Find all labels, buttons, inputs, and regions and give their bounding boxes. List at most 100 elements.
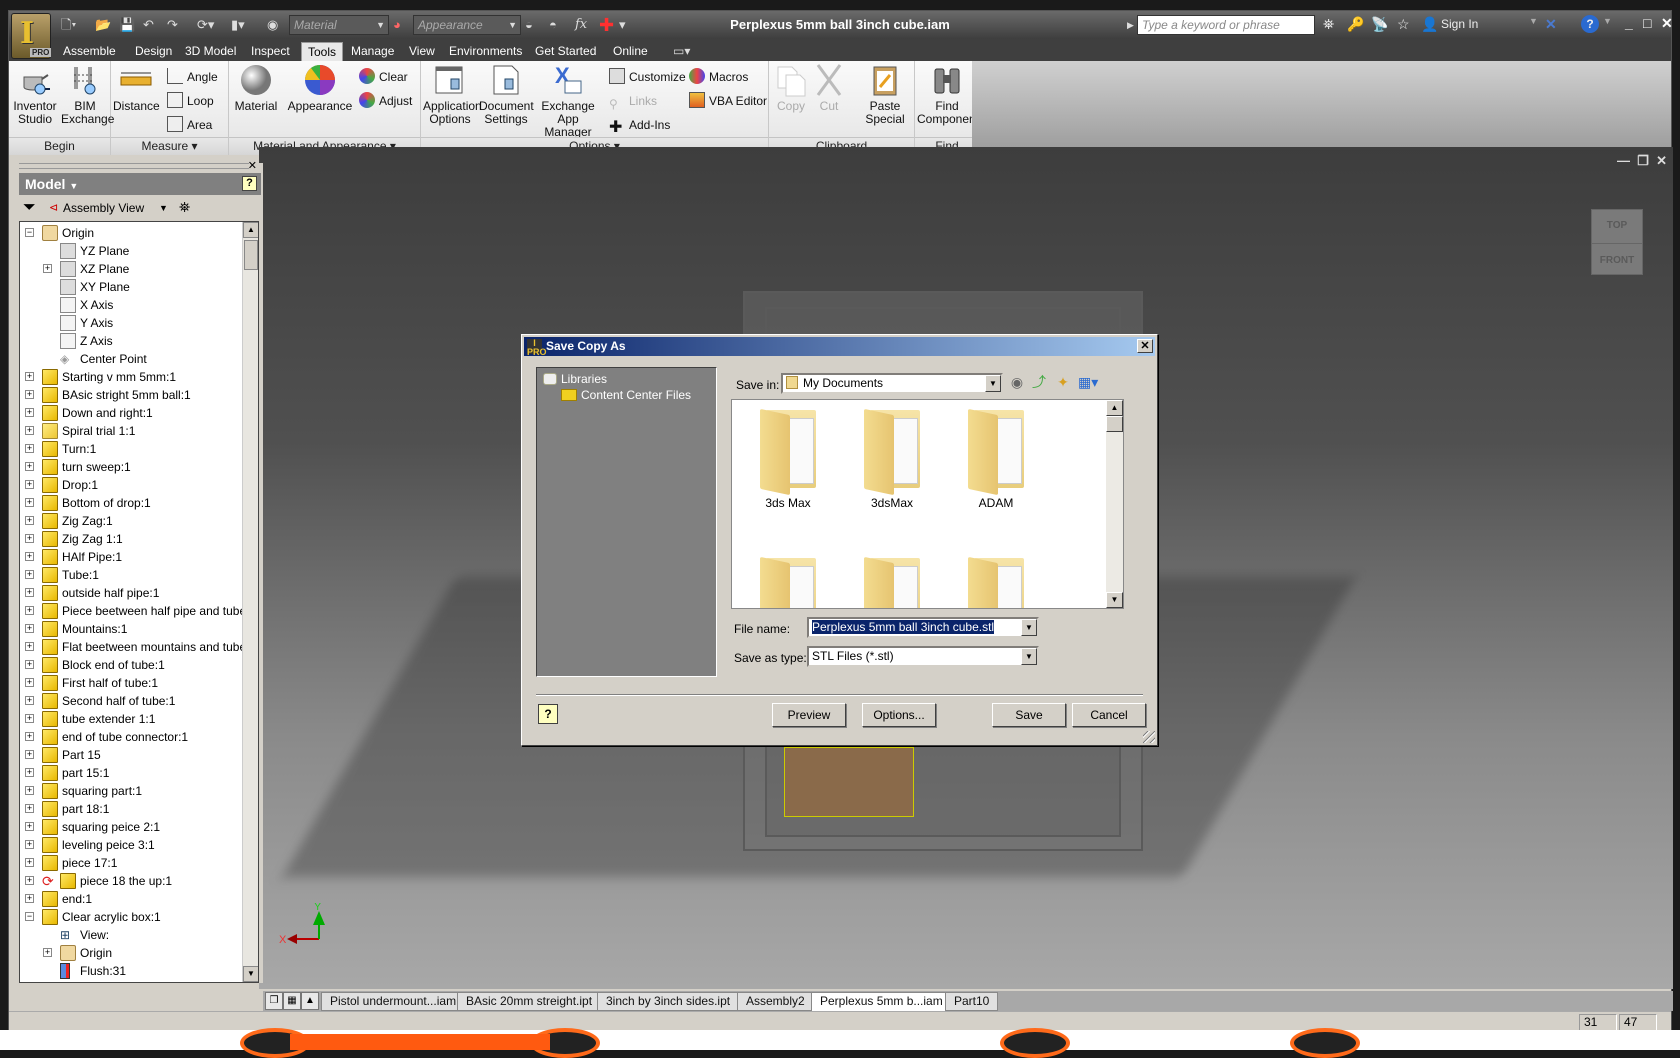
expand-icon[interactable]: + [25, 822, 34, 831]
tile-windows-icon[interactable]: ▦ [283, 992, 301, 1010]
view-menu-icon[interactable]: ▦▾ [1078, 373, 1098, 391]
doc-tab-part10[interactable]: Part10 [945, 992, 999, 1011]
find-binoculars-icon[interactable]: ⛯ [179, 199, 190, 216]
expand-icon[interactable]: + [25, 768, 34, 777]
browser-grip[interactable] [19, 163, 249, 169]
chevron-down-icon[interactable]: ▼ [985, 375, 1001, 392]
material-combo[interactable]: Material ▼ [289, 15, 389, 35]
tab-online[interactable]: Online [607, 42, 654, 61]
expand-icon[interactable]: + [25, 858, 34, 867]
help-search-input[interactable]: Type a keyword or phrase [1137, 15, 1315, 35]
doc-tab-pistol-undermount[interactable]: Pistol undermount...iam [321, 992, 466, 1011]
chevron-down-icon[interactable]: ▼ [1021, 619, 1037, 636]
inventor-studio-button[interactable]: Inventor Studio [11, 63, 59, 126]
browser-header[interactable]: Model ▼ ? [19, 173, 261, 195]
file-list-scrollbar[interactable]: ▲ ▼ [1106, 400, 1123, 608]
tab-assemble[interactable]: Assemble [57, 42, 122, 61]
distance-button[interactable]: Distance [113, 63, 160, 113]
adjust-appearance-button[interactable]: Adjust [359, 91, 412, 111]
angle-button[interactable]: Angle [167, 67, 218, 87]
expand-icon[interactable]: + [25, 642, 34, 651]
doc-tab-3inch-sides[interactable]: 3inch by 3inch sides.ipt [597, 992, 740, 1011]
expand-icon[interactable]: + [25, 498, 34, 507]
maximize-button[interactable]: □ [1643, 15, 1651, 31]
help-icon[interactable]: ? [1581, 15, 1599, 33]
expand-icon[interactable]: + [25, 372, 34, 381]
cancel-button[interactable]: Cancel [1072, 703, 1146, 727]
adjust-appearance-icon[interactable]: ◒ [525, 16, 533, 34]
tab-manage[interactable]: Manage [345, 42, 400, 61]
new-icon[interactable]: 🗋▾ [61, 16, 76, 34]
paste-special-button[interactable]: Paste Special [857, 63, 913, 126]
select-icon[interactable]: ▮▾ [231, 16, 245, 34]
undo-icon[interactable]: ↶ [143, 16, 154, 34]
expand-icon[interactable]: + [25, 732, 34, 741]
loop-button[interactable]: Loop [167, 91, 214, 111]
sign-in-dropdown-icon[interactable]: ▼ [1529, 16, 1538, 26]
find-component-button[interactable]: Find Component [917, 63, 979, 126]
tab-design[interactable]: Design [129, 42, 178, 61]
assembly-view-selector[interactable]: Assembly View [63, 201, 144, 215]
expand-icon[interactable]: + [25, 462, 34, 471]
file-name-input[interactable]: Perplexus 5mm ball 3inch cube.stl ▼ [807, 617, 1039, 638]
save-in-combo[interactable]: My Documents ▼ [781, 373, 1003, 394]
expand-icon[interactable]: + [25, 444, 34, 453]
tab-environments[interactable]: Environments [443, 42, 528, 61]
save-button[interactable]: Save [992, 703, 1066, 727]
collapse-icon[interactable]: − [25, 912, 34, 921]
viewcube-top-face[interactable]: TOP [1592, 220, 1642, 231]
close-button[interactable]: ✕ [1661, 15, 1673, 32]
customize-qat-icon[interactable]: ▾ [619, 16, 626, 34]
clear-appearance-button[interactable]: Clear [359, 67, 408, 87]
binoculars-icon[interactable]: ⛯ [1323, 16, 1334, 33]
expand-icon[interactable]: + [25, 390, 34, 399]
cut-button[interactable]: Cut [811, 63, 847, 113]
dialog-close-button[interactable]: ✕ [1137, 339, 1153, 353]
ucs-icon[interactable]: ✚ [599, 16, 614, 34]
file-list-item[interactable]: ADAM [948, 400, 1044, 510]
browser-help-icon[interactable]: ? [242, 176, 257, 191]
file-list-item[interactable]: 3dsMax [844, 400, 940, 510]
place-libraries[interactable]: Libraries [543, 372, 607, 386]
save-icon[interactable]: 💾 [119, 16, 135, 34]
expand-icon[interactable]: + [25, 840, 34, 849]
application-menu-button[interactable]: I PRO [11, 13, 52, 59]
expand-icon[interactable]: + [25, 552, 34, 561]
expand-icon[interactable]: + [25, 696, 34, 705]
tab-tools[interactable]: Tools [301, 42, 344, 61]
file-list[interactable]: 3ds Max 3dsMax ADAM ▲ ▼ [731, 399, 1124, 609]
clear-appearance-icon[interactable]: ◓ [549, 16, 557, 34]
tab-get-started[interactable]: Get Started [529, 42, 602, 61]
expand-icon[interactable]: + [25, 876, 34, 885]
back-icon[interactable]: ◉ [1008, 373, 1026, 391]
browser-close-icon[interactable]: ✕ [248, 159, 257, 172]
material-button[interactable]: Material [231, 63, 281, 113]
area-button[interactable]: Area [167, 115, 212, 135]
preview-button[interactable]: Preview [772, 703, 846, 727]
file-list-item[interactable] [844, 548, 940, 608]
viewcube[interactable]: TOP FRONT [1591, 209, 1643, 275]
customize-button[interactable]: Customize [609, 67, 686, 87]
key-icon[interactable]: 🔑 [1347, 16, 1364, 33]
file-list-item[interactable] [948, 548, 1044, 608]
scroll-thumb[interactable] [244, 240, 258, 270]
scroll-down-arrow-icon[interactable]: ▼ [243, 966, 258, 982]
expand-icon[interactable]: + [25, 624, 34, 633]
view-dropdown-icon[interactable]: ▼ [159, 203, 168, 213]
help-dropdown-icon[interactable]: ▼ [1603, 16, 1612, 26]
subscription-icon[interactable]: 📡 [1371, 16, 1388, 33]
search-expand-icon[interactable]: ▶ [1127, 16, 1134, 34]
scroll-thumb[interactable] [1106, 416, 1123, 432]
bim-exchange-button[interactable]: BIM Exchange [61, 63, 114, 126]
expand-icon[interactable]: + [25, 750, 34, 759]
expand-icon[interactable]: + [25, 480, 34, 489]
expand-icon[interactable]: + [25, 426, 34, 435]
panel-title-measure[interactable]: Measure ▾ [111, 137, 228, 155]
expand-icon[interactable]: + [25, 606, 34, 615]
place-content-center-files[interactable]: Content Center Files [561, 388, 691, 402]
up-folder-icon[interactable]: ⤴ [1030, 373, 1048, 391]
tab-3d-model[interactable]: 3D Model [179, 42, 242, 61]
redo-icon[interactable]: ↷ [167, 16, 178, 34]
minimize-button[interactable]: _ [1625, 15, 1633, 31]
appearance-button[interactable]: Appearance [285, 63, 355, 113]
